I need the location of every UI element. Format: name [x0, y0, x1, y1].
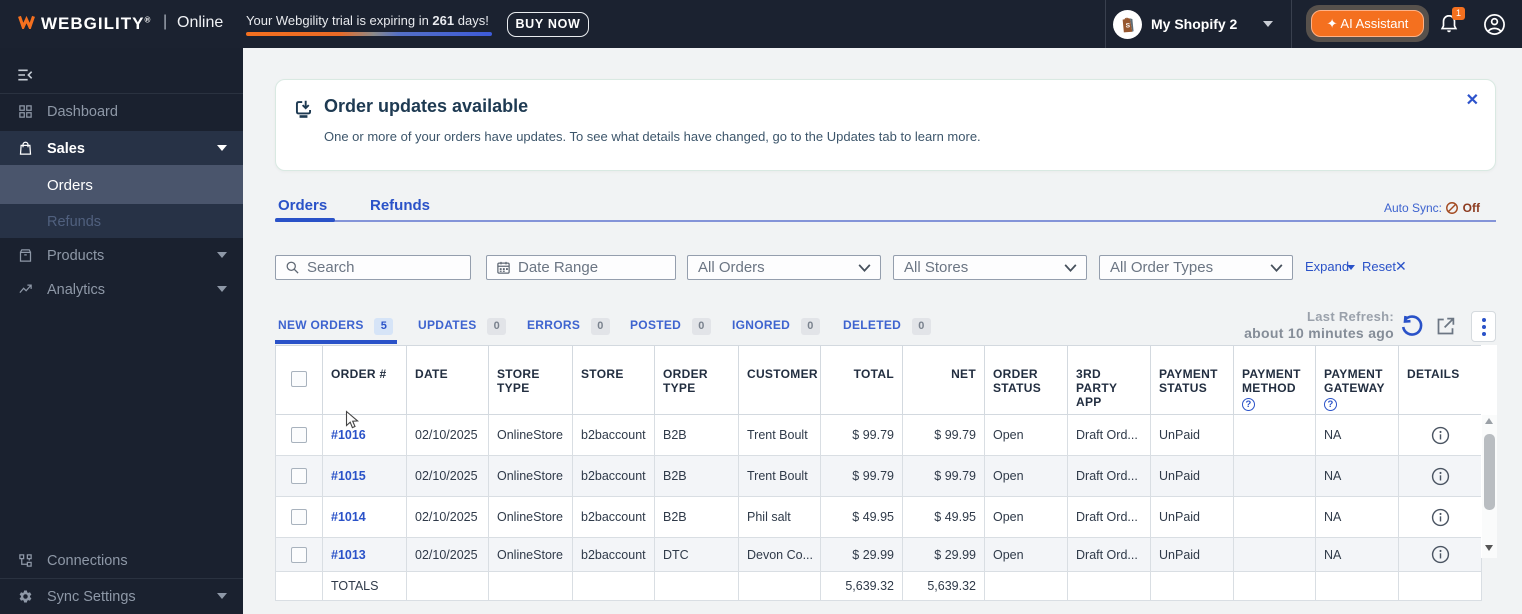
svg-text:S: S [1126, 23, 1131, 30]
